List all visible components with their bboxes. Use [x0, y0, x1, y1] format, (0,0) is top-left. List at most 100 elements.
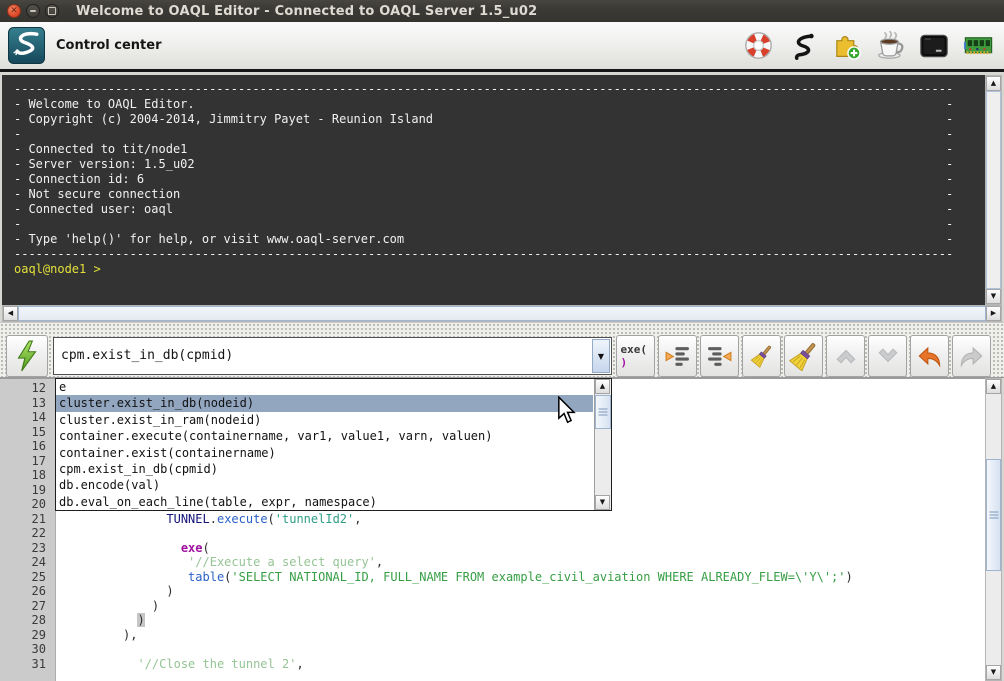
- console-line: --: [14, 217, 953, 232]
- line-number: 23: [0, 541, 55, 556]
- chevron-up-icon: [834, 344, 858, 368]
- command-combobox-value[interactable]: cpm.exist_in_db(cpmid): [54, 338, 611, 374]
- oaql-snake-logo-icon: [8, 27, 45, 64]
- console-vertical-scrollbar[interactable]: ▲ ▼: [985, 75, 1002, 305]
- scroll-down-arrow[interactable]: ▼: [595, 495, 610, 510]
- app-toolbar: Control center: [0, 22, 1004, 72]
- coffee-java-icon[interactable]: [872, 27, 908, 65]
- dropdown-scrollbar[interactable]: ▲ ▼: [594, 379, 611, 510]
- autocomplete-dropdown[interactable]: ecluster.exist_in_db(nodeid)cluster.exis…: [55, 378, 612, 511]
- redo-button[interactable]: [952, 335, 991, 377]
- line-number: 22: [0, 526, 55, 541]
- indent-left-icon: [706, 343, 733, 370]
- indent-right-button[interactable]: [658, 335, 697, 377]
- undo-button[interactable]: [910, 335, 949, 377]
- titlebar: ✕ Welcome to OAQL Editor - Connected to …: [0, 0, 1004, 22]
- code-line: TUNNEL.execute('tunnelId2',: [58, 512, 985, 527]
- console-line: - Type 'help()' for help, or visit www.o…: [14, 232, 953, 247]
- plugin-add-icon[interactable]: [828, 27, 864, 65]
- scroll-down-arrow[interactable]: ▼: [986, 665, 1001, 680]
- line-number: 21: [0, 512, 55, 527]
- line-number: 31: [0, 657, 55, 672]
- code-line: [58, 642, 985, 657]
- autocomplete-item[interactable]: container.exist(containername): [56, 445, 593, 461]
- exe-wrap-label: exe(): [621, 343, 651, 369]
- indent-left-button[interactable]: [700, 335, 739, 377]
- console-line: ----------------------------------------…: [14, 82, 953, 97]
- autocomplete-item[interactable]: cluster.exist_in_ram(nodeid): [56, 412, 593, 428]
- code-line: ): [58, 584, 985, 599]
- scroll-up-arrow[interactable]: ▲: [986, 76, 1001, 91]
- lightning-bolt-icon: [14, 340, 40, 372]
- line-number: 29: [0, 628, 55, 643]
- code-line: ): [58, 599, 985, 614]
- memory-card-icon[interactable]: [960, 27, 996, 65]
- scrollbar-thumb[interactable]: [18, 306, 986, 321]
- code-line: ),: [58, 628, 985, 643]
- line-number: 17: [0, 454, 55, 469]
- command-toolbar: cpm.exist_in_db(cpmid) ▼ exe(): [0, 322, 1004, 378]
- execute-query-button[interactable]: [6, 335, 48, 377]
- autocomplete-item[interactable]: cpm.exist_in_db(cpmid): [56, 461, 593, 477]
- window-close-button[interactable]: ✕: [7, 4, 21, 18]
- line-number: 20: [0, 497, 55, 512]
- line-number: 24: [0, 555, 55, 570]
- snake-icon[interactable]: [784, 27, 820, 65]
- console-line: - Copyright (c) 2004-2014, Jimmitry Paye…: [14, 112, 953, 127]
- line-number: 12: [0, 381, 55, 396]
- clean-button[interactable]: [742, 335, 781, 377]
- scroll-down-arrow[interactable]: ▼: [986, 289, 1001, 304]
- autocomplete-item[interactable]: container.execute(containername, var1, v…: [56, 428, 593, 444]
- line-number: 26: [0, 584, 55, 599]
- console-line: - Connected to tit/node1-: [14, 142, 953, 157]
- console-line: - Not secure connection-: [14, 187, 953, 202]
- help-lifebuoy-icon[interactable]: [740, 27, 776, 65]
- undo-icon: [916, 343, 943, 370]
- editor-vertical-scrollbar[interactable]: ▲ ▼: [985, 378, 1002, 681]
- window-minimize-button[interactable]: [26, 4, 40, 18]
- window-maximize-button[interactable]: [45, 4, 59, 18]
- scroll-up-arrow[interactable]: ▲: [986, 379, 1001, 394]
- move-up-button[interactable]: [826, 335, 865, 377]
- console-line: - Server version: 1.5_u02-: [14, 157, 953, 172]
- console-line: - Welcome to OAQL Editor.-: [14, 97, 953, 112]
- broom-large-icon: [789, 341, 819, 371]
- scrollbar-thumb[interactable]: [986, 459, 1001, 571]
- exe-wrap-button[interactable]: exe(): [616, 335, 655, 377]
- indent-right-icon: [664, 343, 691, 370]
- line-number: 25: [0, 570, 55, 585]
- line-number: 18: [0, 468, 55, 483]
- window-title: Welcome to OAQL Editor - Connected to OA…: [76, 4, 537, 19]
- line-number: 15: [0, 425, 55, 440]
- autocomplete-item[interactable]: e: [56, 379, 593, 395]
- code-line: ): [58, 613, 985, 628]
- autocomplete-item[interactable]: db.eval_on_each_line(table, expr, namesp…: [56, 494, 593, 510]
- terminal-icon[interactable]: [916, 27, 952, 65]
- scrollbar-thumb[interactable]: [595, 395, 611, 429]
- control-center-label: Control center: [56, 38, 162, 53]
- console-line: ----------------------------------------…: [14, 247, 953, 262]
- combobox-dropdown-arrow[interactable]: ▼: [592, 339, 610, 373]
- scroll-left-arrow[interactable]: ◀: [3, 306, 18, 321]
- console-horizontal-scrollbar[interactable]: ◀ ▶: [2, 305, 1002, 322]
- console-line: - Connection id: 6-: [14, 172, 953, 187]
- scroll-right-arrow[interactable]: ▶: [986, 306, 1001, 321]
- autocomplete-item[interactable]: cluster.exist_in_db(nodeid): [56, 395, 593, 411]
- code-line: '//Close the tunnel 2',: [58, 657, 985, 672]
- autocomplete-item[interactable]: db.encode(val): [56, 477, 593, 493]
- line-number: 27: [0, 599, 55, 614]
- move-down-button[interactable]: [868, 335, 907, 377]
- scroll-up-arrow[interactable]: ▲: [595, 379, 610, 394]
- line-number: 13: [0, 396, 55, 411]
- scrollbar-thumb[interactable]: [986, 91, 1001, 289]
- clean-all-button[interactable]: [784, 335, 823, 377]
- line-number: 28: [0, 613, 55, 628]
- code-line: [58, 526, 985, 541]
- code-line: table('SELECT NATIONAL_ID, FULL_NAME FRO…: [58, 570, 985, 585]
- chevron-down-icon: [876, 344, 900, 368]
- broom-small-icon: [749, 343, 775, 369]
- command-combobox[interactable]: cpm.exist_in_db(cpmid) ▼: [53, 337, 612, 375]
- autocomplete-items: ecluster.exist_in_db(nodeid)cluster.exis…: [56, 379, 611, 510]
- console-output[interactable]: ----------------------------------------…: [2, 75, 985, 305]
- redo-icon: [958, 343, 985, 370]
